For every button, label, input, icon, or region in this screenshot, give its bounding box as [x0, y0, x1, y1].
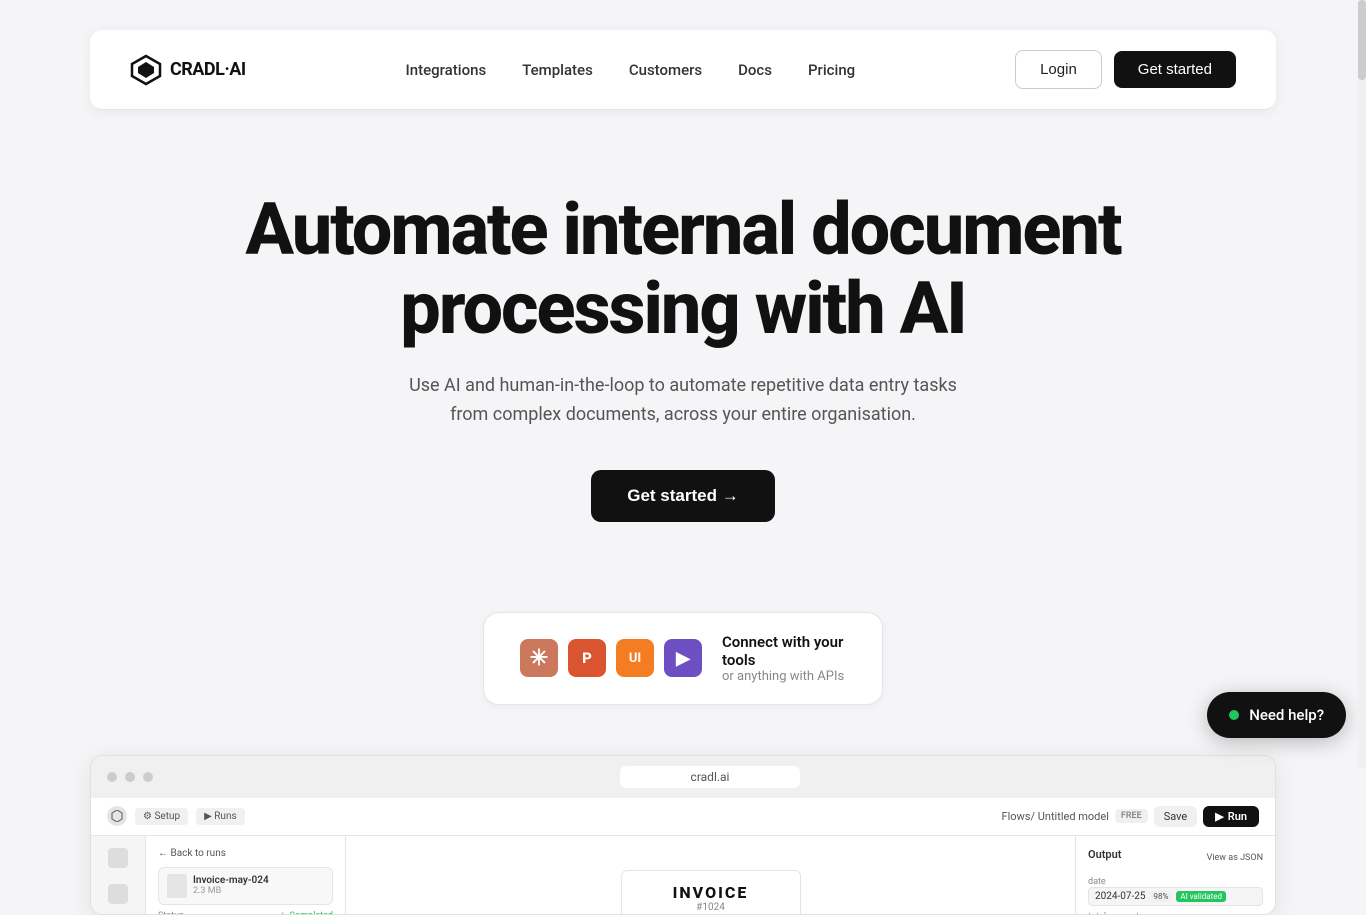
- nav-pricing[interactable]: Pricing: [808, 61, 855, 79]
- flow-label: Flows/ Untitled model: [1002, 810, 1109, 823]
- app-logo-small: [107, 806, 127, 826]
- nav-docs[interactable]: Docs: [738, 61, 772, 79]
- nav-links: Integrations Templates Customers Docs Pr…: [406, 60, 856, 79]
- logo[interactable]: CRADL·AI: [130, 54, 246, 86]
- chat-label: Need help?: [1249, 706, 1324, 724]
- app-left-panel: ← Back to runs Invoice-may-024 2.3 MB St…: [146, 836, 346, 915]
- window-chrome: cradl.ai: [91, 756, 1275, 798]
- window-dot-3: [143, 772, 153, 782]
- save-button[interactable]: Save: [1154, 806, 1198, 827]
- app-top-bar: ⚙ Setup ▶ Runs Flows/ Untitled model FRE…: [91, 798, 1275, 836]
- hero-section: Automate internal document processing wi…: [0, 110, 1366, 572]
- window-dot-1: [107, 772, 117, 782]
- app-preview: cradl.ai ⚙ Setup ▶ Runs Flows/ Untitled …: [90, 755, 1276, 915]
- output-header: Output: [1088, 848, 1121, 861]
- invoice-preview: INVOICE #1024 BILLED TO: Really Great Co…: [621, 870, 801, 915]
- tools-api-text: or anything with APIs: [722, 669, 846, 684]
- confidence-badge: 98%: [1150, 891, 1173, 902]
- chat-widget[interactable]: Need help?: [1207, 692, 1346, 738]
- output-date-label: date: [1088, 877, 1263, 887]
- file-icon: [167, 874, 187, 898]
- sidebar-icon-1: [108, 848, 128, 868]
- status-completed: ✓ Completed: [278, 911, 333, 915]
- nav-customers[interactable]: Customers: [629, 61, 702, 79]
- file-name: Invoice-may-024: [193, 875, 269, 886]
- tool-icon-uipath: UI: [616, 639, 654, 677]
- scrollbar[interactable]: [1358, 0, 1366, 768]
- invoice-title: INVOICE: [642, 883, 780, 902]
- file-size: 2.3 MB: [193, 886, 269, 896]
- app-logo-small-icon: [111, 810, 123, 822]
- output-header-row: Output View as JSON: [1088, 848, 1263, 869]
- sidebar-icon-2: [108, 884, 128, 904]
- status-label: Status: [158, 911, 184, 915]
- ai-validated-badge: AI validated: [1176, 891, 1226, 902]
- runs-button[interactable]: ▶ Runs: [196, 808, 245, 825]
- free-badge: FREE: [1115, 809, 1148, 823]
- scrollbar-thumb[interactable]: [1358, 0, 1366, 80]
- view-as-json[interactable]: View as JSON: [1207, 853, 1263, 863]
- brand-name: CRADL·AI: [170, 59, 246, 80]
- hero-subtitle: Use AI and human-in-the-loop to automate…: [403, 372, 963, 430]
- hero-title: Automate internal document processing wi…: [233, 190, 1133, 348]
- output-date-value: 2024-07-25 98% AI validated: [1088, 887, 1263, 906]
- tools-icons: ✳ P UI ▶: [520, 639, 702, 677]
- tool-icon-producthunt: P: [568, 639, 606, 677]
- navbar: CRADL·AI Integrations Templates Customer…: [90, 30, 1276, 110]
- app-right-panel: Output View as JSON date 2024-07-25 98% …: [1075, 836, 1275, 915]
- tool-icon-make: ▶: [664, 639, 702, 677]
- app-center: INVOICE #1024 BILLED TO: Really Great Co…: [346, 836, 1075, 915]
- tools-text: Connect with your tools or anything with…: [722, 633, 846, 684]
- nav-actions: Login Get started: [1015, 50, 1236, 89]
- back-to-runs[interactable]: ← Back to runs: [158, 848, 333, 859]
- output-field-date: date 2024-07-25 98% AI validated: [1088, 877, 1263, 906]
- app-body: ⚙ Setup ▶ Runs Flows/ Untitled model FRE…: [91, 798, 1275, 915]
- tools-banner: ✳ P UI ▶ Connect with your tools or anyt…: [483, 612, 883, 705]
- address-bar: cradl.ai: [620, 766, 800, 788]
- nav-integrations[interactable]: Integrations: [406, 61, 487, 79]
- run-button[interactable]: ▶ Run: [1203, 806, 1259, 827]
- tools-connect-text: Connect with your tools: [722, 633, 846, 669]
- file-item[interactable]: Invoice-may-024 2.3 MB: [158, 867, 333, 905]
- status-row: Status ✓ Completed: [158, 911, 333, 915]
- tool-icon-anthropic: ✳: [520, 639, 558, 677]
- nav-templates[interactable]: Templates: [522, 61, 593, 79]
- setup-button[interactable]: ⚙ Setup: [135, 808, 188, 825]
- chat-online-indicator: [1229, 710, 1239, 720]
- app-toolbar-left: ⚙ Setup ▶ Runs: [107, 806, 245, 826]
- app-sidebar: [91, 836, 146, 915]
- get-started-button-hero[interactable]: Get started →: [591, 470, 774, 522]
- invoice-number: #1024: [642, 902, 780, 913]
- logo-icon: [130, 54, 162, 86]
- get-started-button-nav[interactable]: Get started: [1114, 51, 1236, 88]
- app-toolbar-right: Flows/ Untitled model FREE Save ▶ Run: [1002, 806, 1260, 827]
- app-main: ← Back to runs Invoice-may-024 2.3 MB St…: [91, 836, 1275, 915]
- login-button[interactable]: Login: [1015, 50, 1102, 89]
- window-dot-2: [125, 772, 135, 782]
